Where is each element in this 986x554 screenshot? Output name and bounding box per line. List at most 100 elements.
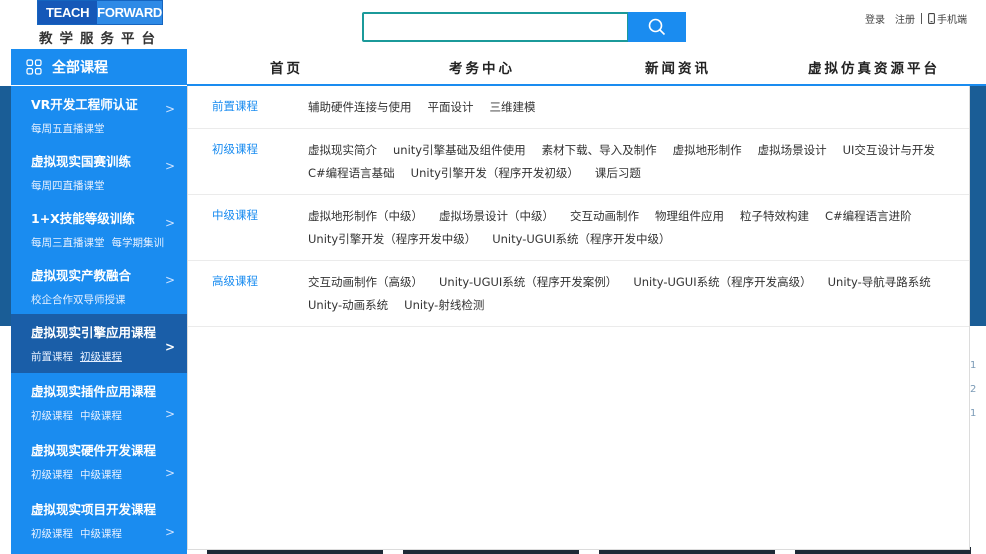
edge-number: 1: [970, 408, 977, 419]
course-link[interactable]: 虚拟地形制作: [673, 139, 742, 162]
sidebar-sub-link[interactable]: 每周五直播课堂: [31, 123, 105, 135]
course-dropdown-panel: 前置课程 辅助硬件连接与使用 平面设计 三维建模 初级课程 虚拟现实简介 uni…: [187, 86, 970, 550]
main-nav: 首页 考务中心 新闻资讯 虚拟仿真资源平台: [187, 49, 986, 85]
link-divider: [921, 13, 922, 24]
all-courses-button[interactable]: 全部课程: [11, 49, 187, 85]
sidebar-item-vr-certification[interactable]: VR开发工程师认证 每周五直播课堂 >: [11, 86, 187, 143]
level-label-intermediate[interactable]: 中级课程: [212, 205, 308, 251]
chevron-right-icon: >: [164, 273, 175, 287]
course-link[interactable]: Unity-UGUI系统（程序开发高级）: [633, 271, 811, 294]
top-links: 登录 注册 手机端: [855, 11, 967, 26]
course-link[interactable]: 平面设计: [428, 96, 474, 119]
course-link[interactable]: Unity-导航寻路系统: [828, 271, 931, 294]
course-category-sidebar: VR开发工程师认证 每周五直播课堂 > 虚拟现实国赛训练 每周四直播课堂 > 1…: [11, 86, 187, 554]
sidebar-sub-link[interactable]: 中级课程: [80, 528, 122, 540]
sidebar-sub-link[interactable]: 校企合作双导师授课: [31, 294, 126, 306]
course-level-row: 初级课程 虚拟现实简介 unity引擎基础及组件使用 素材下载、导入及制作 虚拟…: [188, 129, 969, 195]
course-link[interactable]: C#编程语言进阶: [825, 205, 912, 228]
course-link[interactable]: 物理组件应用: [655, 205, 724, 228]
logo-wordmark: TEACH FORWARD: [37, 0, 163, 25]
course-link[interactable]: C#编程语言基础: [308, 162, 395, 185]
search-input[interactable]: [362, 12, 629, 42]
course-link[interactable]: 素材下载、导入及制作: [542, 139, 657, 162]
course-link[interactable]: 三维建模: [490, 96, 536, 119]
edge-number: 2: [970, 384, 977, 395]
search-button[interactable]: [628, 12, 686, 42]
mobile-link-label: 手机端: [937, 15, 967, 26]
search-icon: [648, 18, 666, 36]
course-link[interactable]: 交互动画制作（高级）: [308, 271, 423, 294]
sidebar-sub-link[interactable]: 每学期集训: [112, 237, 165, 249]
site-logo[interactable]: TEACH FORWARD 教学服务平台: [37, 0, 163, 47]
sidebar-item-industry-education[interactable]: 虚拟现实产教融合 校企合作双导师授课 >: [11, 257, 187, 314]
sidebar-item-title: 虚拟现实插件应用课程: [31, 384, 157, 399]
sidebar-sub-link[interactable]: 前置课程: [31, 351, 73, 363]
chevron-right-icon: >: [164, 466, 175, 480]
sidebar-sub-link[interactable]: 初级课程: [31, 410, 73, 422]
nav-home[interactable]: 首页: [270, 57, 303, 77]
sidebar-item-project-courses[interactable]: 虚拟现实项目开发课程 初级课程 中级课程 >: [11, 491, 187, 550]
sidebar-sub-link[interactable]: 初级课程: [31, 469, 73, 481]
edge-number: 1: [970, 360, 977, 371]
course-link[interactable]: 虚拟场景设计（中级）: [439, 205, 554, 228]
level-label-advanced[interactable]: 高级课程: [212, 271, 308, 317]
sidebar-item-title: 虚拟现实国赛训练: [31, 154, 132, 169]
sidebar-sub-link[interactable]: 每周四直播课堂: [31, 180, 105, 192]
course-link[interactable]: 粒子特效构建: [740, 205, 809, 228]
register-link[interactable]: 注册: [895, 11, 915, 26]
sidebar-item-title: 虚拟现实引擎应用课程: [31, 325, 157, 340]
course-link[interactable]: 交互动画制作: [570, 205, 639, 228]
sidebar-sub-link[interactable]: 初级课程: [80, 351, 122, 363]
chevron-right-icon: >: [164, 216, 175, 230]
chevron-right-icon: >: [164, 525, 175, 539]
mobile-link[interactable]: 手机端: [928, 11, 967, 26]
course-level-row: 中级课程 虚拟地形制作（中级） 虚拟场景设计（中级） 交互动画制作 物理组件应用…: [188, 195, 969, 261]
course-link[interactable]: 辅助硬件连接与使用: [308, 96, 412, 119]
all-courses-label: 全部课程: [52, 60, 108, 76]
course-link[interactable]: 课后习题: [595, 162, 641, 185]
chevron-right-icon: >: [164, 340, 175, 354]
sidebar-item-1x-skills[interactable]: 1+X技能等级训练 每周三直播课堂 每学期集训 >: [11, 200, 187, 257]
sidebar-item-national-contest[interactable]: 虚拟现实国赛训练 每周四直播课堂 >: [11, 143, 187, 200]
course-link[interactable]: Unity-射线检测: [404, 294, 484, 317]
search-bar: [362, 12, 686, 42]
level-label-beginner[interactable]: 初级课程: [212, 139, 308, 185]
logo-teach: TEACH: [38, 1, 98, 24]
nav-virtual-sim-platform[interactable]: 虚拟仿真资源平台: [808, 57, 940, 77]
nav-exam-center[interactable]: 考务中心: [449, 57, 515, 77]
sidebar-item-title: 虚拟现实硬件开发课程: [31, 443, 157, 458]
banner-edge-numbers: 1 2 1: [970, 360, 986, 432]
course-link[interactable]: UI交互设计与开发: [843, 139, 935, 162]
sidebar-sub-link[interactable]: 中级课程: [80, 410, 122, 422]
chevron-right-icon: >: [164, 407, 175, 421]
logo-forward: FORWARD: [97, 1, 162, 24]
phone-icon: [928, 13, 935, 24]
grid-icon: [26, 59, 42, 75]
course-link[interactable]: 虚拟场景设计: [758, 139, 827, 162]
chevron-right-icon: >: [164, 102, 175, 116]
course-link[interactable]: Unity引擎开发（程序开发初级）: [411, 162, 579, 185]
sidebar-item-engine-courses[interactable]: 虚拟现实引擎应用课程 前置课程 初级课程 >: [11, 314, 187, 373]
sidebar-sub-link[interactable]: 中级课程: [80, 469, 122, 481]
sidebar-item-title: 虚拟现实产教融合: [31, 268, 132, 283]
nav-news[interactable]: 新闻资讯: [645, 57, 711, 77]
course-link[interactable]: Unity-UGUI系统（程序开发案例）: [439, 271, 617, 294]
logo-subtitle: 教学服务平台: [39, 31, 162, 47]
sidebar-item-plugin-courses[interactable]: 虚拟现实插件应用课程 初级课程 中级课程 >: [11, 373, 187, 432]
sidebar-item-title: 虚拟现实项目开发课程: [31, 502, 157, 517]
course-link[interactable]: Unity-UGUI系统（程序开发中级）: [492, 228, 670, 251]
course-link[interactable]: unity引擎基础及组件使用: [393, 139, 526, 162]
sidebar-sub-link[interactable]: 初级课程: [31, 528, 73, 540]
sidebar-sub-link[interactable]: 每周三直播课堂: [31, 237, 105, 249]
course-link[interactable]: Unity引擎开发（程序开发中级）: [308, 228, 476, 251]
sidebar-item-title: 1+X技能等级训练: [31, 211, 135, 226]
chevron-right-icon: >: [164, 159, 175, 173]
login-link[interactable]: 登录: [865, 11, 885, 26]
course-level-row: 前置课程 辅助硬件连接与使用 平面设计 三维建模: [188, 86, 969, 129]
course-link[interactable]: 虚拟现实简介: [308, 139, 377, 162]
level-label-prerequisite[interactable]: 前置课程: [212, 96, 308, 119]
sidebar-item-hardware-courses[interactable]: 虚拟现实硬件开发课程 初级课程 中级课程 >: [11, 432, 187, 491]
course-link[interactable]: 虚拟地形制作（中级）: [308, 205, 423, 228]
course-link[interactable]: Unity-动画系统: [308, 294, 388, 317]
sidebar-item-title: VR开发工程师认证: [31, 97, 138, 112]
